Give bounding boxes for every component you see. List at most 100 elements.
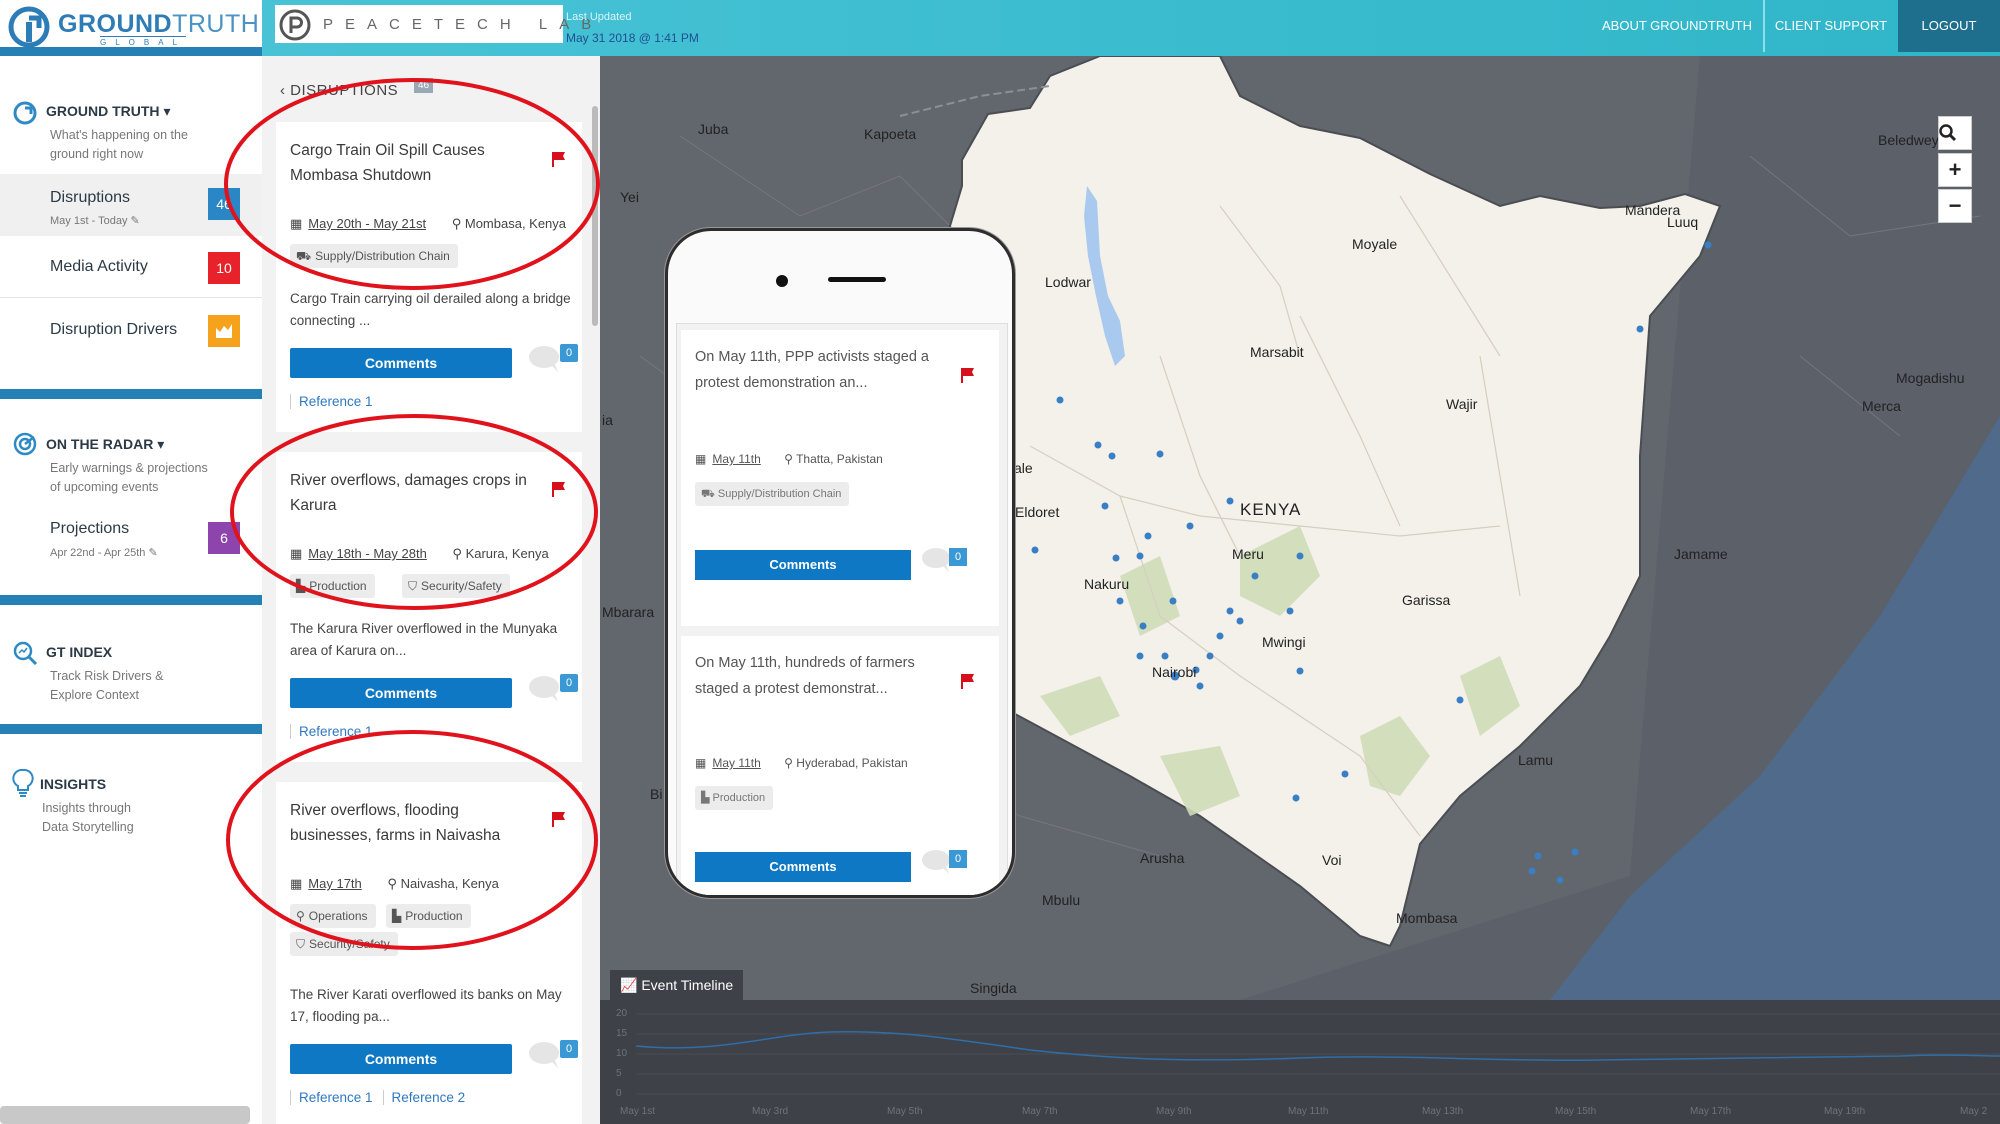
- nav-client-support[interactable]: CLIENT SUPPORT: [1765, 0, 1897, 52]
- red-flag-icon[interactable]: [550, 810, 568, 828]
- sidebar-item-label: Media Activity: [50, 258, 148, 275]
- feed-heading[interactable]: ‹ DISRUPTIONS: [280, 82, 398, 99]
- bar-chart-icon: [208, 315, 240, 347]
- sidebar-item-disruption-drivers[interactable]: Disruption Drivers: [0, 299, 262, 361]
- red-flag-icon[interactable]: [550, 150, 568, 168]
- mobile-disruption-card[interactable]: On May 11th, PPP activists staged a prot…: [681, 330, 999, 626]
- radar-icon: [13, 432, 37, 456]
- card-body: The Karura River overflowed in the Munya…: [290, 621, 558, 658]
- card-tag[interactable]: ⛟ Supply/Distribution Chain: [695, 482, 850, 506]
- sidebar-item-disruptions[interactable]: Disruptions May 1st - Today ✎ 46: [0, 174, 262, 236]
- map-label-marsabit: Marsabit: [1250, 344, 1304, 360]
- map-label-jamame: Jamame: [1674, 546, 1728, 562]
- comments-button[interactable]: Comments: [695, 550, 911, 580]
- card-date[interactable]: May 11th: [712, 756, 760, 770]
- map-country-label: KENYA: [1240, 500, 1302, 519]
- comments-button[interactable]: Comments: [290, 348, 512, 378]
- map-pin-icon: ⚲: [387, 876, 397, 891]
- event-timeline-tab[interactable]: 📈 Event Timeline: [610, 970, 744, 1000]
- edit-icon[interactable]: ✎: [131, 215, 140, 227]
- mobile-disruption-card[interactable]: On May 11th, hundreds of farmers staged …: [681, 636, 999, 895]
- event-timeline[interactable]: 📈 Event Timeline 20 15 10 5 0 May 1st Ma…: [600, 970, 2000, 1124]
- disruption-card[interactable]: River overflows, flooding businesses, fa…: [276, 782, 582, 1124]
- card-title[interactable]: River overflows, damages crops in Karura: [290, 468, 540, 518]
- card-date[interactable]: May 17th: [308, 876, 361, 891]
- map-label-nakuru: Nakuru: [1084, 576, 1130, 592]
- comment-count: 0: [560, 1040, 578, 1058]
- feed-scrollbar[interactable]: [592, 106, 598, 326]
- timeline-x-tick: May 17th: [1690, 1106, 1732, 1117]
- map-label-voi: Voi: [1322, 852, 1342, 868]
- card-tag[interactable]: ▙ Production: [386, 904, 471, 928]
- sidebar-scrollbar[interactable]: [0, 1106, 250, 1124]
- zoom-out-button[interactable]: −: [1938, 189, 1972, 223]
- chevron-down-icon: ▾: [157, 436, 165, 452]
- insights-heading[interactable]: INSIGHTS: [40, 776, 106, 792]
- card-date[interactable]: May 18th - May 28th: [308, 546, 427, 561]
- card-tag[interactable]: ⚲ Operations: [290, 904, 376, 928]
- chevron-left-icon[interactable]: ‹: [280, 82, 286, 99]
- factory-icon: ▙: [296, 579, 306, 593]
- top-header: GROUNDTRUTH GLOBAL PEACETECH LAB Last Up…: [0, 0, 2000, 56]
- timeline-x-tick: May 9th: [1156, 1106, 1192, 1117]
- disruption-card[interactable]: River overflows, damages crops in Karura…: [276, 452, 582, 762]
- map-pin-icon: ⚲: [451, 216, 462, 231]
- reference-link[interactable]: Reference 1: [290, 1090, 373, 1105]
- peacetech-text: PEACETECH LAB: [323, 16, 604, 33]
- logout-button[interactable]: LOGOUT: [1898, 0, 2000, 52]
- card-title[interactable]: On May 11th, PPP activists staged a prot…: [695, 344, 935, 396]
- ground-truth-desc-1: What's happening on the: [50, 128, 188, 142]
- comment-count: 0: [949, 850, 967, 868]
- factory-icon: ▙: [392, 909, 402, 923]
- card-date[interactable]: May 20th - May 21st: [308, 216, 426, 231]
- timeline-x-tick: May 19th: [1824, 1106, 1866, 1117]
- logo-title: GROUNDTRUTH: [58, 10, 260, 38]
- radar-desc-1: Early warnings & projections: [50, 461, 208, 475]
- groundtruth-logo[interactable]: GROUNDTRUTH GLOBAL: [0, 0, 262, 56]
- nav-about[interactable]: ABOUT GROUNDTRUTH: [1592, 0, 1762, 52]
- red-flag-icon[interactable]: [550, 480, 568, 498]
- card-title[interactable]: Cargo Train Oil Spill Causes Mombasa Shu…: [290, 138, 540, 188]
- map-label-mbarara: Mbarara: [602, 604, 655, 620]
- sidebar-item-projections[interactable]: Projections Apr 22nd - Apr 25th ✎ 6: [0, 506, 262, 570]
- ground-truth-heading[interactable]: GROUND TRUTH ▾: [46, 103, 170, 120]
- card-tag[interactable]: ⛟ Supply/Distribution Chain: [290, 244, 458, 268]
- comment-count: 0: [560, 344, 578, 362]
- magnifier-chart-icon: [13, 641, 38, 666]
- comments-button[interactable]: Comments: [695, 852, 911, 882]
- card-tag[interactable]: ⛉ Security/Safety: [402, 574, 510, 598]
- gt-index-heading[interactable]: GT INDEX: [46, 644, 112, 660]
- timeline-x-tick: May 7th: [1022, 1106, 1058, 1117]
- map-label-singida: Singida: [970, 980, 1017, 996]
- map-label-juba: Juba: [698, 121, 729, 137]
- edit-icon[interactable]: ✎: [148, 547, 157, 559]
- comment-bubble-icon[interactable]: [528, 1040, 564, 1070]
- map-label-bi: Bi: [650, 786, 663, 802]
- card-tag[interactable]: ⛉ Security/Safety: [290, 932, 398, 956]
- comment-bubble-icon[interactable]: [528, 674, 564, 704]
- card-title[interactable]: On May 11th, hundreds of farmers staged …: [695, 650, 935, 702]
- timeline-x-tick: May 2: [1960, 1106, 1988, 1117]
- reference-link[interactable]: Reference 1: [290, 724, 373, 739]
- reference-link[interactable]: Reference 1: [290, 394, 373, 409]
- card-tag[interactable]: ▙ Production: [290, 574, 375, 598]
- comments-button[interactable]: Comments: [290, 678, 512, 708]
- map-label-mombasa: Mombasa: [1396, 910, 1458, 926]
- last-updated-label: Last Updated: [566, 11, 632, 23]
- map-search-button[interactable]: [1938, 116, 1972, 150]
- projections-count-badge: 6: [208, 522, 240, 554]
- zoom-in-button[interactable]: +: [1938, 153, 1972, 187]
- red-flag-icon[interactable]: [959, 366, 977, 384]
- comment-bubble-icon[interactable]: [528, 344, 564, 374]
- disruption-card[interactable]: Cargo Train Oil Spill Causes Mombasa Shu…: [276, 122, 582, 432]
- sidebar-item-media-activity[interactable]: Media Activity 10: [0, 236, 262, 298]
- truck-icon: ⛟: [296, 249, 312, 263]
- on-the-radar-heading[interactable]: ON THE RADAR ▾: [46, 436, 164, 453]
- comments-button[interactable]: Comments: [290, 1044, 512, 1074]
- card-tag[interactable]: ▙ Production: [695, 786, 774, 810]
- card-meta: ▦ May 17th ⚲ Naivasha, Kenya: [290, 876, 499, 892]
- reference-link[interactable]: Reference 2: [382, 1090, 466, 1105]
- red-flag-icon[interactable]: [959, 672, 977, 690]
- card-date[interactable]: May 11th: [712, 452, 760, 466]
- card-title[interactable]: River overflows, flooding businesses, fa…: [290, 798, 540, 848]
